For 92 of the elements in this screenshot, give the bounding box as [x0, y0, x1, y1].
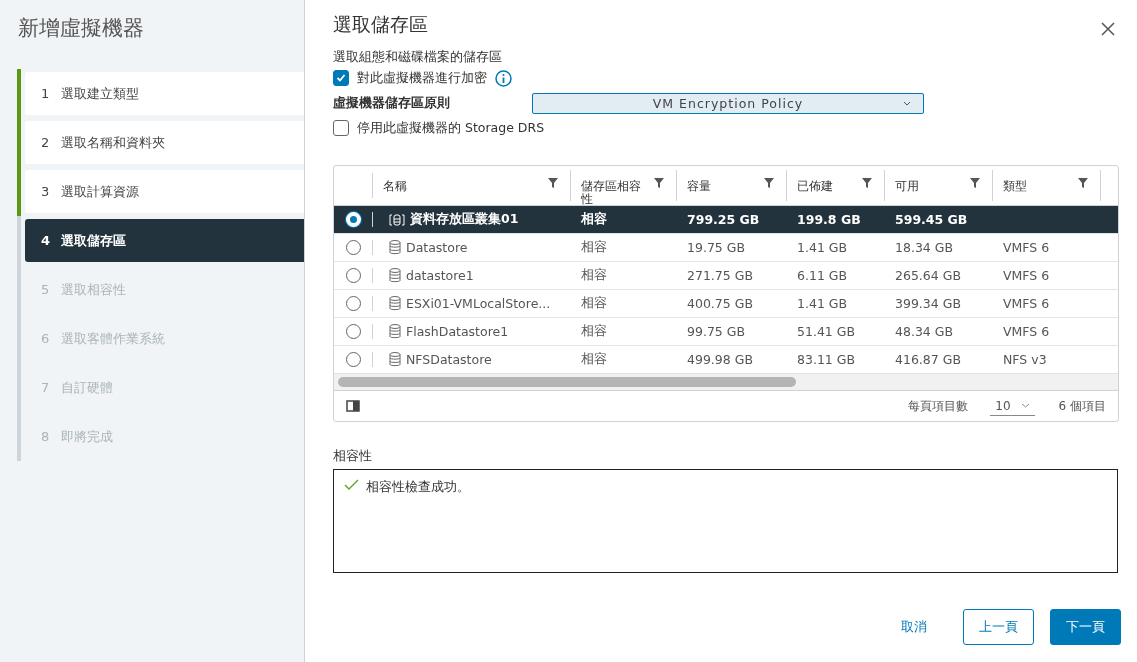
table-cell: 48.34 GB	[895, 324, 954, 339]
radio-button[interactable]	[345, 296, 361, 311]
table-row[interactable]: 資料存放區叢集01 相容 799.25 GB 199.8 GB 599.45 GB	[334, 206, 1118, 234]
table-cell: 499.98 GB	[687, 352, 753, 367]
table-row[interactable]: datastore1 相容 271.75 GB 6.11 GB 265.64 GB VMFS 6	[334, 262, 1118, 290]
table-cell: 6.11 GB	[797, 268, 848, 283]
wizard-step[interactable]: 3 選取計算資源	[25, 170, 304, 213]
table-cell: NFS v3	[1003, 352, 1047, 367]
database-icon	[389, 296, 401, 311]
check-icon	[344, 479, 359, 491]
radio-button[interactable]	[345, 352, 361, 367]
table-cell: 相容	[581, 295, 607, 312]
database-icon	[389, 268, 401, 283]
wizard-step[interactable]: 4 選取儲存區	[25, 219, 304, 262]
back-button[interactable]: 上一頁	[963, 609, 1034, 645]
column-header[interactable]: 可用	[895, 180, 919, 193]
table-cell: 400.75 GB	[687, 296, 753, 311]
info-icon[interactable]	[495, 69, 512, 87]
table-cell: 1.41 GB	[797, 296, 848, 311]
filter-icon[interactable]	[548, 178, 558, 188]
column-header[interactable]: 已佈建	[797, 180, 833, 193]
table-cell: 51.41 GB	[797, 324, 856, 339]
table-cell: VMFS 6	[1003, 240, 1050, 255]
radio-button[interactable]	[345, 324, 361, 339]
table-cell: VMFS 6	[1003, 324, 1050, 339]
database-icon	[389, 324, 401, 339]
table-cell: 18.34 GB	[895, 240, 954, 255]
policy-dropdown[interactable]: VM Encryption Policy	[532, 92, 924, 114]
table-cell: 99.75 GB	[687, 324, 746, 339]
table-row[interactable]: FlashDatastore1 相容 99.75 GB 51.41 GB 48.34 GB VMFS 6	[334, 318, 1118, 346]
table-cell: 271.75 GB	[687, 268, 753, 283]
page-size-label: 每頁項目數	[908, 397, 969, 415]
page-size-dropdown[interactable]: 10	[990, 396, 1035, 416]
filter-icon[interactable]	[654, 178, 664, 188]
radio-button[interactable]	[345, 240, 361, 255]
table-cell: 1.41 GB	[797, 240, 848, 255]
table-cell: VMFS 6	[1003, 296, 1050, 311]
column-header[interactable]: 名稱	[383, 180, 407, 193]
filter-icon[interactable]	[764, 178, 774, 188]
filter-icon[interactable]	[862, 178, 872, 188]
datastore-cluster-icon	[389, 212, 405, 227]
wizard-step[interactable]: 2 選取名稱和資料夾	[25, 121, 304, 164]
table-cell: 265.64 GB	[895, 268, 961, 283]
table-row[interactable]: Datastore 相容 19.75 GB 1.41 GB 18.34 GB VMFS 6	[334, 234, 1118, 262]
table-cell: 相容	[581, 239, 607, 256]
table-cell: 資料存放區叢集01	[410, 211, 519, 228]
wizard-step[interactable]: 1 選取建立類型	[25, 72, 304, 115]
caret-icon	[1020, 403, 1030, 408]
checkmark-icon	[336, 73, 346, 83]
table-cell: Datastore	[406, 240, 468, 255]
table-cell: 599.45 GB	[895, 212, 968, 227]
close-icon[interactable]	[1101, 22, 1115, 36]
database-icon	[389, 352, 401, 367]
filter-icon[interactable]	[1078, 178, 1088, 188]
checkbox[interactable]	[333, 120, 349, 136]
table-cell: 399.34 GB	[895, 296, 961, 311]
table-cell: 相容	[581, 267, 607, 284]
table-cell: 416.87 GB	[895, 352, 961, 367]
next-button[interactable]: 下一頁	[1050, 609, 1121, 645]
table-cell: ESXi01-VMLocalStore...	[406, 296, 551, 311]
table-cell: 相容	[581, 211, 607, 228]
table-cell: FlashDatastore1	[406, 324, 509, 339]
checkbox-label: 對此虛擬機器進行加密	[357, 69, 487, 87]
column-header[interactable]: 類型	[1003, 180, 1027, 193]
column-toggle-icon[interactable]	[346, 400, 360, 412]
wizard-title: 新增虛擬機器	[17, 15, 145, 42]
table-cell: 199.8 GB	[797, 212, 861, 227]
radio-button[interactable]	[345, 268, 361, 283]
field-label: 虛擬機器儲存區原則	[333, 94, 451, 112]
scrollbar[interactable]	[338, 377, 796, 387]
compatibility-message: 相容性檢查成功。	[366, 479, 470, 496]
column-header[interactable]: 容量	[687, 180, 711, 193]
page-title: 選取儲存區	[333, 12, 428, 37]
table-cell: NFSDatastore	[406, 352, 492, 367]
column-header[interactable]: 儲存區相容性	[581, 180, 645, 206]
checkbox[interactable]	[333, 70, 349, 86]
cancel-button[interactable]: 取消	[881, 609, 947, 645]
item-count: 6 個項目	[1058, 397, 1106, 415]
database-icon	[389, 240, 401, 255]
table-cell: 19.75 GB	[687, 240, 746, 255]
table-cell: 相容	[581, 351, 607, 368]
caret-icon	[903, 100, 911, 106]
table-cell: 799.25 GB	[687, 212, 760, 227]
section-label: 相容性	[333, 448, 373, 465]
checkbox-label: 停用此虛擬機器的 Storage DRS	[357, 119, 545, 137]
table-row[interactable]: ESXi01-VMLocalStore... 相容 400.75 GB 1.41 GB 399.34 GB VMFS 6	[334, 290, 1118, 318]
section-label: 選取組態和磁碟檔案的儲存區	[333, 49, 503, 66]
table-cell: datastore1	[406, 268, 474, 283]
filter-icon[interactable]	[970, 178, 980, 188]
table-cell: 相容	[581, 323, 607, 340]
table-cell: VMFS 6	[1003, 268, 1050, 283]
table-cell: 83.11 GB	[797, 352, 856, 367]
